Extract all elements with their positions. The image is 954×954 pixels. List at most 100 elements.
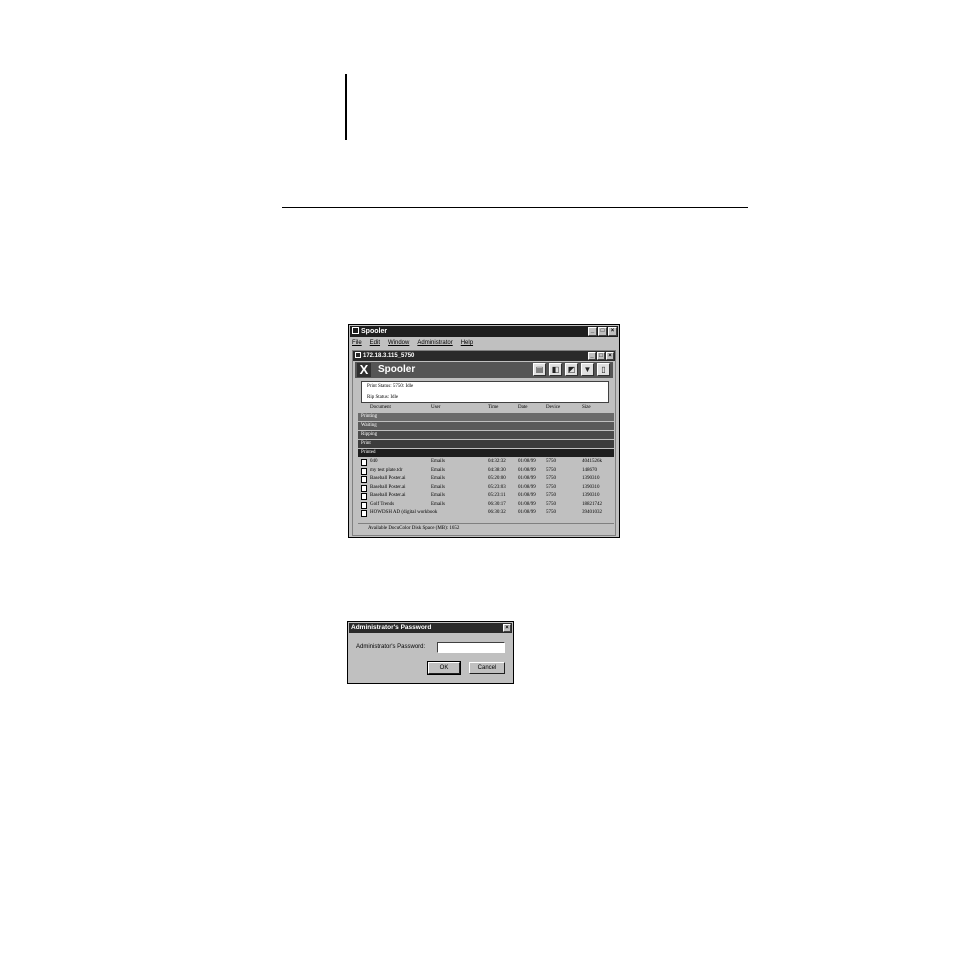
job-size: 1390310 — [582, 484, 600, 490]
queue-ripping[interactable]: Ripping — [358, 431, 614, 439]
doc-close-icon[interactable]: × — [606, 352, 614, 360]
job-time: 05:23:11 — [488, 493, 506, 498]
job-size: 148670 — [582, 467, 597, 473]
menu-file[interactable]: File — [352, 338, 362, 348]
col-time[interactable]: Time — [488, 405, 498, 410]
job-date: 01/08/99 — [518, 476, 536, 481]
document-titlebar[interactable]: 172.18.3.115_5750 _ □ × — [353, 351, 615, 361]
job-document: Baseball Poster.ai — [370, 493, 406, 498]
job-device: 5750 — [546, 484, 556, 490]
job-size: 1390310 — [582, 493, 600, 498]
job-document: Baseball Poster.ai — [370, 476, 406, 481]
job-document: my test plate.tdr — [370, 467, 403, 473]
job-date: 01/08/99 — [518, 501, 536, 507]
job-device: 5750 — [546, 476, 556, 481]
menu-help[interactable]: Help — [461, 338, 473, 348]
job-user: Emails — [431, 459, 445, 464]
job-user: Emails — [431, 501, 445, 507]
table-row[interactable]: my test plate.tdr Emails 04:38:30 01/08/… — [358, 467, 614, 476]
job-device: 5750 — [546, 493, 556, 498]
status-panel: Print Status: 5750: Idle Rip Status: Idl… — [361, 381, 609, 403]
job-user: Emails — [431, 493, 445, 498]
document-icon — [361, 467, 367, 475]
job-time: 06:30:17 — [488, 501, 506, 507]
queue-waiting[interactable]: Waiting — [358, 422, 614, 430]
job-user: Emails — [431, 467, 445, 473]
password-dialog: Administrator's Password × Administrator… — [347, 621, 514, 684]
table-row[interactable]: HOWDSH AD (digital workbook 06:30:32 01/… — [358, 509, 614, 518]
rip-status: Rip Status: Idle — [367, 395, 399, 400]
document-icon — [361, 493, 367, 500]
col-size[interactable]: Size — [582, 405, 591, 410]
maximize-icon[interactable]: □ — [598, 327, 607, 336]
job-user: Emails — [431, 476, 445, 481]
document-icon — [361, 501, 367, 509]
ok-button[interactable]: OK — [427, 661, 461, 675]
app-icon — [352, 327, 359, 334]
hold-icon[interactable]: ◧ — [549, 363, 562, 376]
menu-administrator[interactable]: Administrator — [417, 338, 452, 348]
job-document: Baseball Poster.ai — [370, 484, 406, 490]
document-icon — [361, 459, 367, 466]
job-device: 5750 — [546, 467, 556, 473]
disk-space-status: Available DocuColor Disk Space (MB): 165… — [358, 523, 614, 532]
doc-window-icon — [355, 352, 361, 358]
queue-printed[interactable]: Printed — [358, 449, 614, 457]
print-status: Print Status: 5750: Idle — [367, 384, 414, 389]
job-user: Emails — [431, 484, 445, 490]
job-document: Golf Trends — [370, 501, 395, 507]
job-time: 04:38:30 — [488, 467, 506, 473]
queue-print[interactable]: Print — [358, 440, 614, 448]
document-icon — [361, 484, 367, 492]
password-input[interactable] — [437, 642, 505, 653]
job-size: 18821742 — [582, 501, 602, 507]
delete-icon[interactable]: ▼ — [581, 363, 594, 376]
job-document: 040 — [370, 459, 378, 464]
dialog-title: Administrator's Password — [351, 624, 432, 631]
window-title: Spooler — [361, 328, 388, 335]
spooler-document-window: 172.18.3.115_5750 _ □ × X Spooler ▤ ◧ ◩ … — [352, 350, 616, 536]
process-icon[interactable]: ◩ — [565, 363, 578, 376]
trash-icon[interactable]: ▯ — [597, 363, 610, 376]
queue-printing[interactable]: Printing — [358, 413, 614, 421]
job-size: 4041526k — [582, 459, 602, 464]
menu-window[interactable]: Window — [388, 338, 409, 348]
document-icon — [361, 510, 367, 517]
table-row[interactable]: Baseball Poster.ai Emails 05:23:11 01/08… — [358, 492, 614, 501]
col-user[interactable]: User — [431, 405, 440, 410]
job-time: 05:23:03 — [488, 484, 506, 490]
job-date: 01/08/99 — [518, 467, 536, 473]
job-device: 5750 — [546, 510, 556, 515]
close-icon[interactable]: × — [503, 624, 511, 632]
doc-maximize-icon[interactable]: □ — [597, 352, 605, 360]
print-icon[interactable]: ▤ — [533, 363, 546, 376]
spooler-titlebar[interactable]: Spooler _ □ × — [350, 326, 618, 337]
close-icon[interactable]: × — [608, 327, 617, 336]
job-date: 01/08/99 — [518, 510, 536, 515]
banner-title: Spooler — [378, 364, 416, 375]
menu-edit[interactable]: Edit — [370, 338, 380, 348]
job-device: 5750 — [546, 459, 556, 464]
job-time: 05:20:00 — [488, 476, 506, 481]
document-title: 172.18.3.115_5750 — [363, 353, 415, 359]
minimize-icon[interactable]: _ — [588, 327, 597, 336]
col-date[interactable]: Date — [518, 405, 527, 410]
job-device: 5750 — [546, 501, 556, 507]
table-row[interactable]: 040 Emails 04:32:32 01/08/99 5750 404152… — [358, 458, 614, 467]
table-row[interactable]: Baseball Poster.ai Emails 05:23:03 01/08… — [358, 484, 614, 493]
xerox-logo: X — [357, 363, 371, 377]
spooler-banner: X Spooler ▤ ◧ ◩ ▼ ▯ — [355, 362, 613, 378]
menu-bar: File Edit Window Administrator Help — [352, 338, 473, 348]
doc-minimize-icon[interactable]: _ — [588, 352, 596, 360]
horizontal-rule — [282, 207, 748, 208]
col-device[interactable]: Device — [546, 405, 560, 410]
job-size: 39401032 — [582, 510, 602, 515]
dialog-titlebar[interactable]: Administrator's Password × — [349, 623, 512, 633]
table-row[interactable]: Golf Trends Emails 06:30:17 01/08/99 575… — [358, 501, 614, 510]
table-row[interactable]: Baseball Poster.ai Emails 05:20:00 01/08… — [358, 475, 614, 484]
job-date: 01/08/99 — [518, 484, 536, 490]
cancel-button[interactable]: Cancel — [469, 662, 505, 674]
job-document: HOWDSH AD (digital workbook — [370, 510, 438, 515]
col-document[interactable]: Document — [370, 405, 391, 410]
job-date: 01/08/99 — [518, 493, 536, 498]
